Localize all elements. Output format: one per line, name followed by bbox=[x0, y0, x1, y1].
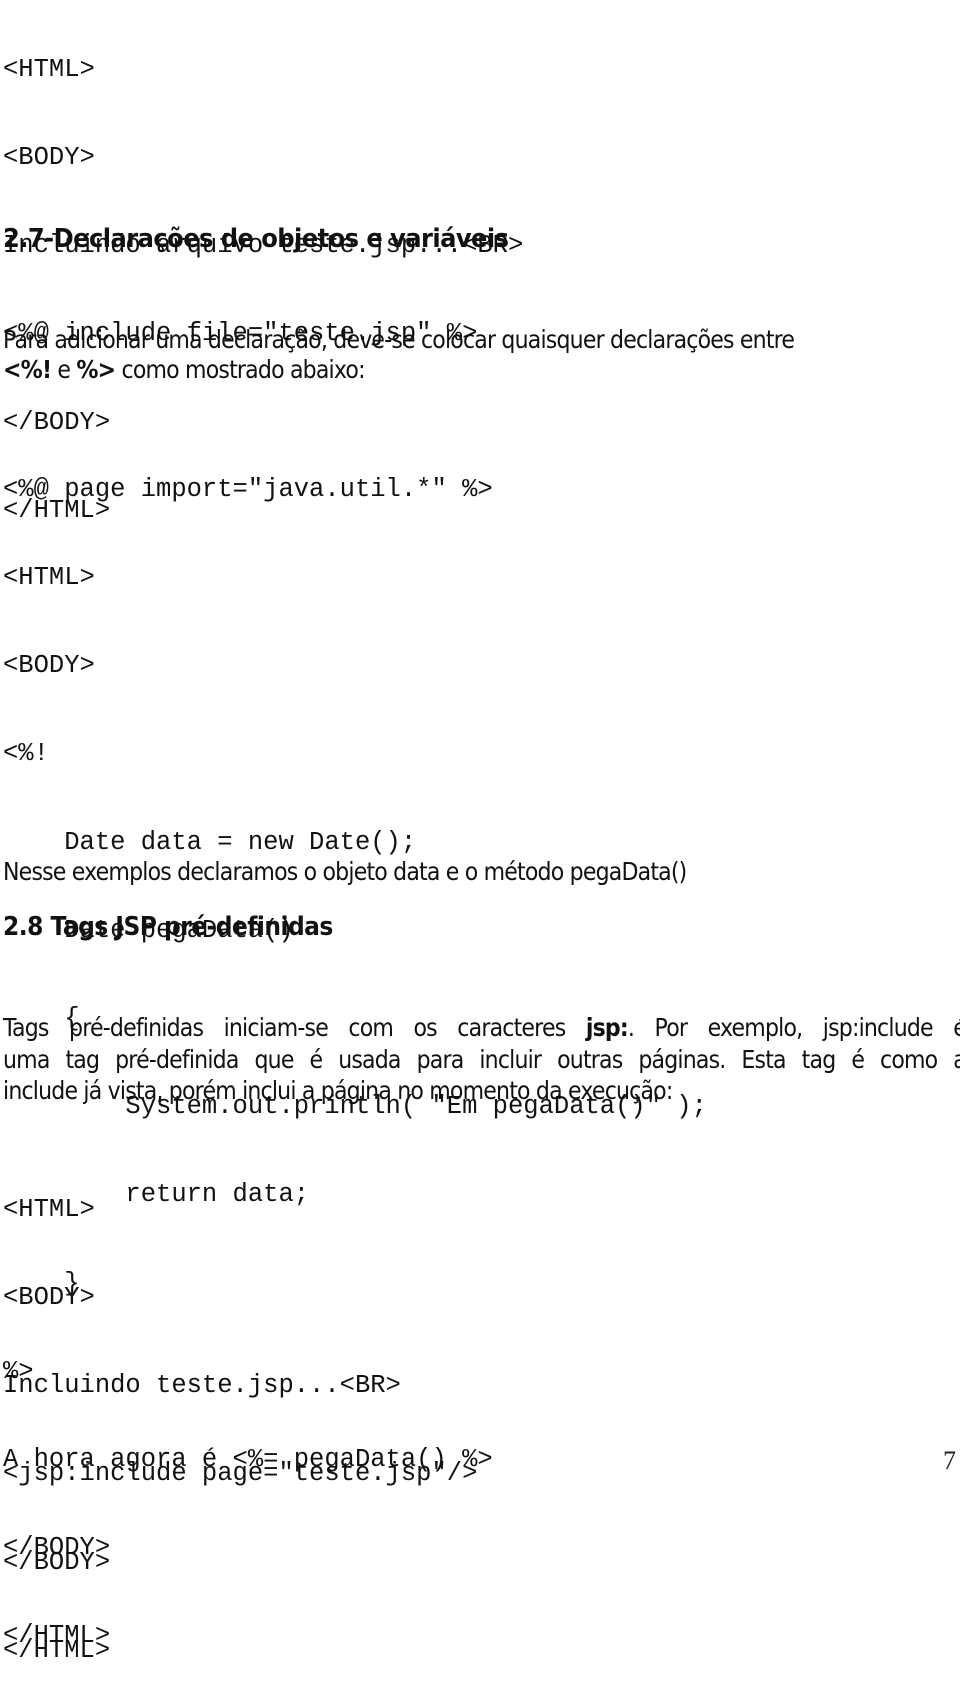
code-block-jsp-include: <HTML> <BODY> Incluindo teste.jsp...<BR>… bbox=[3, 1136, 477, 1695]
page-number: 7 bbox=[943, 1446, 956, 1475]
paragraph-tail: como mostrado abaixo: bbox=[115, 355, 366, 384]
declaration-paragraph: Para adicionar uma declaração, deve-se c… bbox=[3, 325, 903, 385]
declaration-close-tag: %> bbox=[76, 355, 116, 384]
code-line: <jsp:include page="teste.jsp"/> bbox=[3, 1459, 478, 1489]
example-note: Nesse exemplos declaramos o objeto data … bbox=[3, 857, 687, 886]
code-line: <HTML> bbox=[3, 1194, 95, 1224]
code-line: <%@ page import="java.util.*" %> bbox=[3, 474, 493, 504]
code-line: Date data = new Date(); bbox=[3, 827, 417, 857]
code-line: <BODY> bbox=[3, 1283, 95, 1313]
code-line: <%! bbox=[3, 739, 49, 769]
predefined-tags-paragraph: Tags pré-definidas iniciam-se com os car… bbox=[3, 1012, 960, 1107]
declaration-open-tag: <%! bbox=[3, 355, 52, 384]
code-line: <HTML> bbox=[3, 54, 95, 84]
jsp-prefix: jsp: bbox=[585, 1013, 629, 1042]
code-line: Incluindo teste.jsp...<BR> bbox=[3, 1371, 401, 1401]
code-line: </BODY> bbox=[3, 1547, 111, 1577]
paragraph-line: Tags pré-definidas iniciam-se com os car… bbox=[3, 1013, 960, 1042]
code-line: <BODY> bbox=[3, 143, 95, 173]
connector-text: e bbox=[51, 355, 77, 384]
paragraph-line: include já vista, porém inclui a página … bbox=[3, 1076, 673, 1105]
code-line: </HTML> bbox=[3, 1635, 111, 1665]
paragraph-line: uma tag pré-definida que é usada para in… bbox=[3, 1044, 960, 1074]
section-heading-2-8: 2.8 Tags JSP pré-definidas bbox=[3, 912, 333, 942]
paragraph-line: Para adicionar uma declaração, deve-se c… bbox=[3, 325, 795, 354]
code-line: <BODY> bbox=[3, 651, 95, 681]
code-line: <HTML> bbox=[3, 563, 95, 593]
section-heading-2-7: 2.7-Declarações de objetos e variáveis bbox=[3, 224, 509, 254]
